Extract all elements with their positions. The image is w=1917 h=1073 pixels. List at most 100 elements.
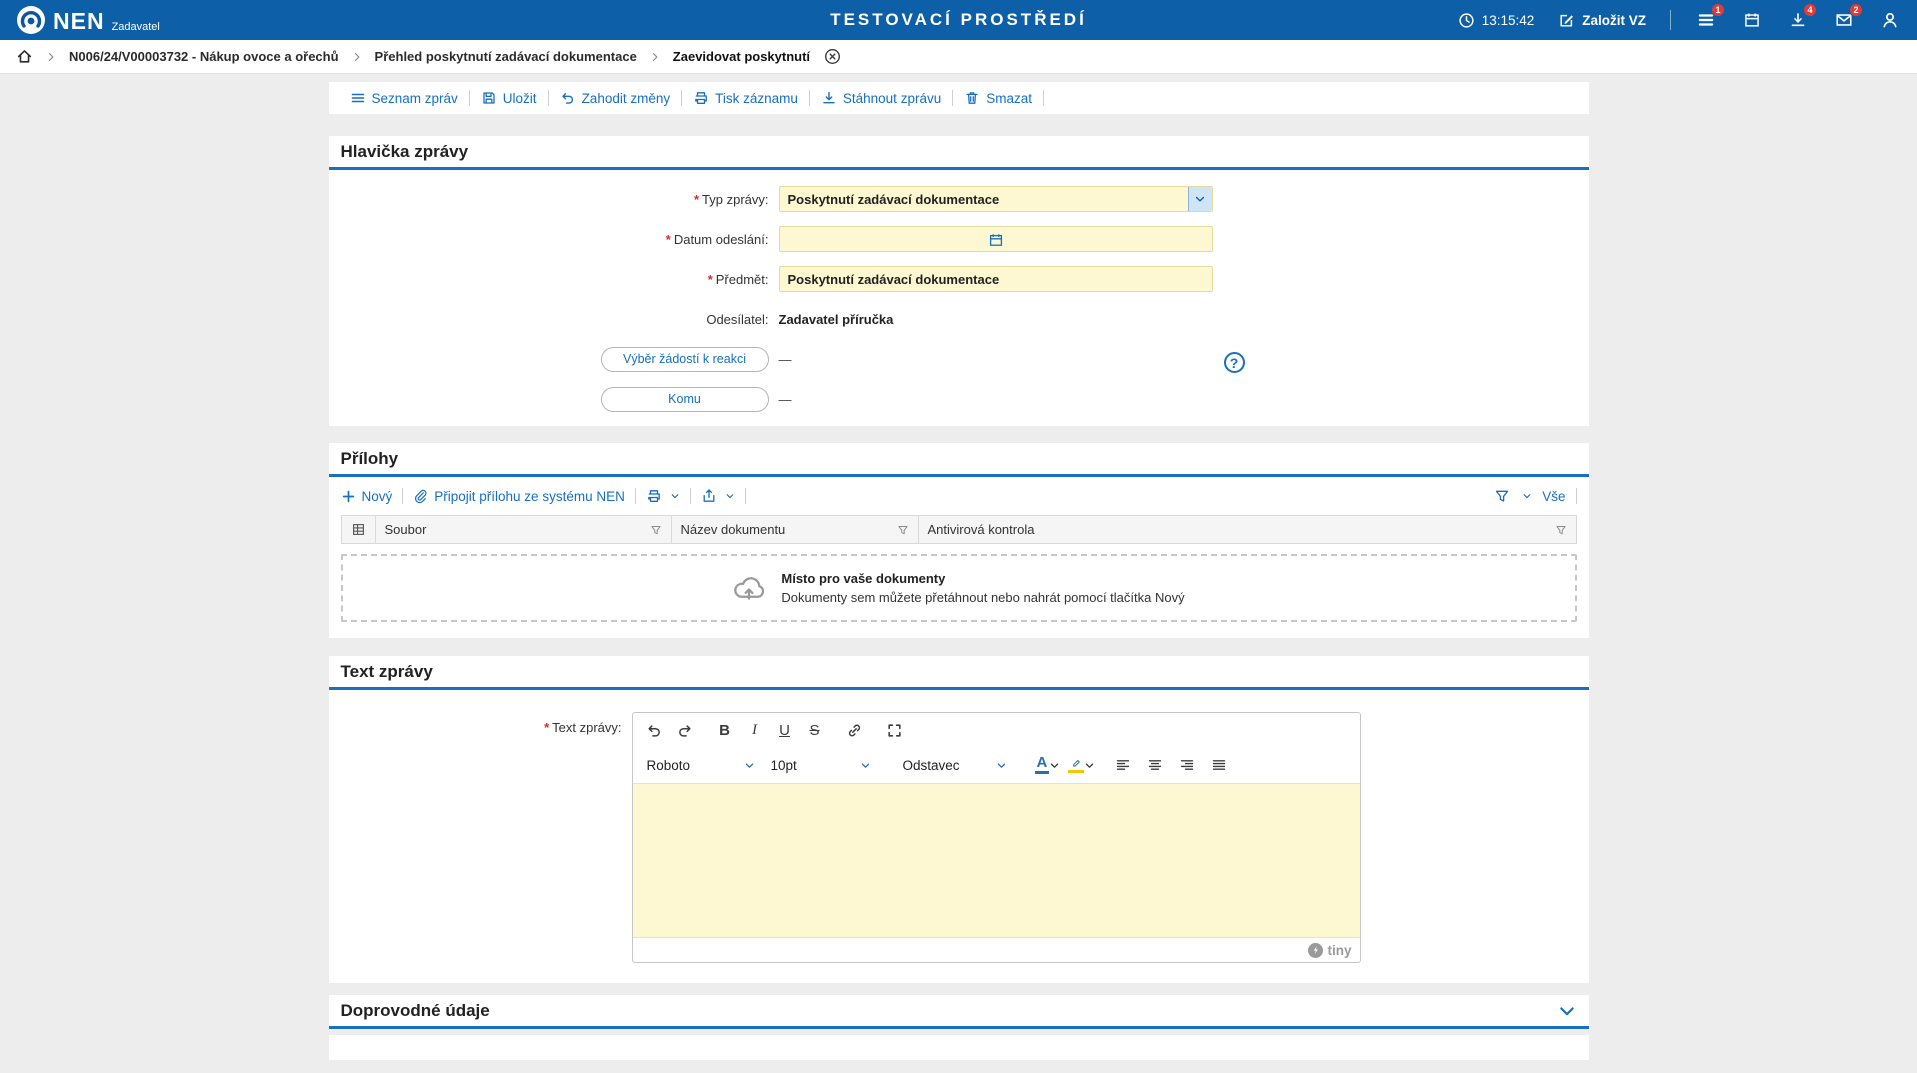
- align-center-button[interactable]: [1141, 752, 1169, 778]
- brand-name: NEN: [53, 7, 105, 35]
- block-format-select[interactable]: Odstavec: [899, 751, 1011, 779]
- view-all-filter[interactable]: Vše: [1542, 489, 1565, 504]
- filter-icon[interactable]: [1555, 524, 1567, 536]
- delete-button[interactable]: Smazat: [953, 90, 1043, 106]
- breadcrumb-item-contract[interactable]: N006/24/V00003732 - Nákup ovoce a ořechů: [69, 49, 339, 64]
- menu-button[interactable]: 1: [1695, 9, 1717, 31]
- chevron-down-icon: [860, 760, 871, 771]
- align-right-button[interactable]: [1173, 752, 1201, 778]
- chevron-down-icon[interactable]: [725, 491, 735, 501]
- discard-changes-button[interactable]: Zahodit změny: [549, 90, 682, 106]
- filter-icon[interactable]: [650, 524, 662, 536]
- typ-zpravy-value: Poskytnutí zadávací dokumentace: [788, 192, 1000, 207]
- nen-logo-icon: [16, 5, 46, 35]
- topbar-separator: [1670, 10, 1671, 30]
- typ-zpravy-select[interactable]: Poskytnutí zadávací dokumentace: [779, 186, 1213, 212]
- chevron-right-icon: [351, 51, 363, 63]
- attachments-section: Přílohy Nový Připojit přílohu ze systému…: [329, 443, 1589, 638]
- required-mark: *: [666, 232, 671, 247]
- trash-icon: [964, 90, 980, 106]
- calendar-button[interactable]: [1741, 9, 1763, 31]
- document-dropzone[interactable]: Místo pro vaše dokumenty Dokumenty sem m…: [341, 554, 1577, 622]
- rich-text-editor: B I U S Roboto 10pt: [632, 712, 1361, 963]
- calendar-picker-icon[interactable]: [987, 231, 1005, 249]
- create-vz-button[interactable]: Založit VZ: [1558, 12, 1646, 29]
- filter-icon[interactable]: [1494, 488, 1510, 504]
- close-tab-icon[interactable]: [824, 48, 841, 65]
- main-content: Seznam zpráv Uložit Zahodit změny Tisk z…: [329, 82, 1589, 1060]
- italic-button[interactable]: I: [741, 717, 769, 743]
- link-button[interactable]: [841, 717, 869, 743]
- required-mark: *: [708, 272, 713, 287]
- dropzone-title: Místo pro vaše dokumenty: [781, 571, 1184, 586]
- text-color-button[interactable]: A: [1035, 756, 1061, 774]
- column-header-soubor[interactable]: Soubor: [376, 516, 672, 543]
- print-record-button[interactable]: Tisk záznamu: [682, 90, 809, 106]
- new-attachment-button[interactable]: Nový: [341, 489, 393, 504]
- section-title: Hlavička zprávy: [341, 142, 469, 162]
- export-attachments-button[interactable]: [701, 488, 735, 504]
- section-title: Přílohy: [341, 449, 399, 469]
- download-icon: [821, 90, 837, 106]
- paperclip-icon: [413, 489, 428, 504]
- download-message-button[interactable]: Stáhnout zprávu: [810, 90, 952, 106]
- fullscreen-button[interactable]: [881, 717, 909, 743]
- undo-button[interactable]: [641, 717, 669, 743]
- column-header-antivirus[interactable]: Antivirová kontrola: [919, 516, 1576, 543]
- chevron-down-icon[interactable]: [1522, 491, 1532, 501]
- bold-button[interactable]: B: [711, 717, 739, 743]
- breadcrumb-item-overview[interactable]: Přehled poskytnutí zadávací dokumentace: [375, 49, 637, 64]
- print-attachments-button[interactable]: [646, 488, 680, 504]
- komu-button[interactable]: Komu: [601, 387, 769, 412]
- chevron-down-icon[interactable]: [1084, 760, 1095, 771]
- printer-icon: [693, 90, 709, 106]
- toolbar-divider: [690, 488, 691, 504]
- chevron-down-icon: [996, 760, 1007, 771]
- font-family-select[interactable]: Roboto: [643, 751, 759, 779]
- field-label: * Předmět:: [329, 272, 779, 287]
- attach-from-nen-button[interactable]: Připojit přílohu ze systému NEN: [413, 489, 625, 504]
- font-size-select[interactable]: 10pt: [767, 751, 875, 779]
- column-settings-button[interactable]: [342, 516, 376, 543]
- form-row-odesilatel: Odesílatel: Zadavatel příručka: [329, 299, 1589, 339]
- save-icon: [481, 90, 497, 106]
- field-label: Odesílatel:: [329, 312, 779, 327]
- help-icon[interactable]: ?: [1224, 352, 1245, 373]
- align-justify-button[interactable]: [1205, 752, 1233, 778]
- chevron-down-icon[interactable]: [1049, 760, 1060, 771]
- list-icon: [350, 90, 366, 106]
- section-body-stub: [329, 1035, 1589, 1060]
- strikethrough-button[interactable]: S: [801, 717, 829, 743]
- chevron-down-icon[interactable]: [1188, 187, 1212, 211]
- required-mark: *: [544, 720, 549, 735]
- toolbar-divider: [635, 488, 636, 504]
- message-list-button[interactable]: Seznam zpráv: [339, 90, 469, 106]
- profile-button[interactable]: [1879, 9, 1901, 31]
- underline-button[interactable]: U: [771, 717, 799, 743]
- predmet-input[interactable]: [779, 266, 1213, 292]
- messages-button[interactable]: 2: [1833, 9, 1855, 31]
- edit-icon: [1558, 12, 1575, 29]
- breadcrumb-item-current[interactable]: Zaevidovat poskytnutí: [673, 49, 810, 64]
- highlight-color-button[interactable]: [1068, 757, 1095, 773]
- chevron-down-icon[interactable]: [670, 491, 680, 501]
- redo-button[interactable]: [671, 717, 699, 743]
- save-button[interactable]: Uložit: [470, 90, 548, 106]
- downloads-button[interactable]: 4: [1787, 9, 1809, 31]
- align-left-button[interactable]: [1109, 752, 1137, 778]
- toolbar-divider: [402, 488, 403, 504]
- tiny-logo-icon: [1308, 943, 1323, 958]
- collapse-chevron-icon[interactable]: [1557, 1001, 1577, 1021]
- filter-icon[interactable]: [897, 524, 909, 536]
- editor-content-area[interactable]: [633, 783, 1360, 938]
- datum-odeslani-input[interactable]: [779, 226, 1213, 252]
- topbar-actions: 13:15:42 Založit VZ 1 4 2: [1458, 9, 1901, 31]
- column-header-nazev[interactable]: Název dokumentu: [672, 516, 919, 543]
- attachments-table-header: Soubor Název dokumentu Antivirová kontro…: [341, 515, 1577, 544]
- nen-brand[interactable]: NEN Zadavatel: [16, 5, 160, 35]
- undo-icon: [560, 90, 576, 106]
- vyber-zadosti-button[interactable]: Výběr žádostí k reakci: [601, 347, 769, 372]
- form-row-vyber-zadosti: Výběr žádostí k reakci —: [329, 339, 1589, 379]
- home-icon[interactable]: [16, 48, 33, 65]
- tinymce-branding[interactable]: tiny: [1308, 943, 1351, 958]
